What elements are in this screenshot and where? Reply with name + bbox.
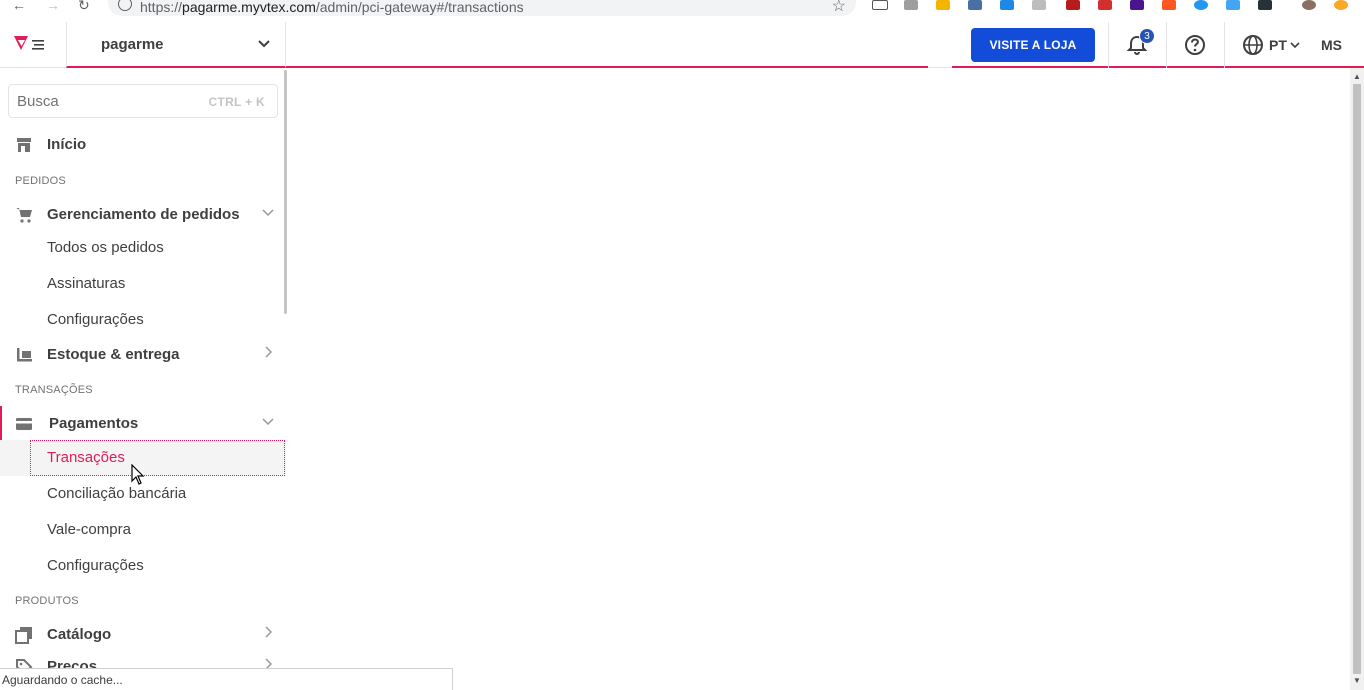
sidebar-item-label: Início	[47, 136, 87, 153]
sidebar-item-label: Assinaturas	[47, 275, 126, 292]
react-devtools-icon[interactable]	[1258, 0, 1272, 10]
extension-icon[interactable]	[1032, 0, 1046, 10]
search-shortcut-hint: CTRL + K	[208, 95, 265, 109]
back-icon[interactable]: ←	[12, 0, 26, 12]
divider	[1108, 22, 1109, 68]
site-info-icon[interactable]	[118, 0, 132, 11]
vtex-logo-icon[interactable]	[12, 34, 46, 54]
extension-icon[interactable]	[904, 0, 918, 10]
extension-icon[interactable]	[1130, 0, 1144, 10]
chevron-down-icon	[262, 209, 274, 217]
price-tag-icon	[16, 659, 33, 668]
url-text: https://pagarme.myvtex.com/admin/pci-gat…	[140, 0, 524, 15]
reload-icon[interactable]: ↻	[78, 0, 90, 12]
scroll-down-icon[interactable]: ▼	[1353, 676, 1361, 685]
account-switcher[interactable]: pagarme	[66, 22, 286, 68]
mouse-cursor-icon	[131, 464, 145, 485]
status-bar: Aguardando o cache...	[0, 668, 453, 690]
focus-outline	[30, 440, 285, 476]
sidebar-subitem-subscriptions[interactable]: Assinaturas	[0, 266, 286, 302]
profile-avatar[interactable]	[1302, 0, 1316, 10]
main-content	[287, 68, 1350, 688]
section-heading-transactions: TRANSAÇÕES	[15, 384, 93, 396]
sidebar-item-prices[interactable]: Preços	[0, 649, 286, 668]
chevron-right-icon	[265, 626, 273, 638]
extension-icon[interactable]	[936, 0, 950, 10]
update-alert-icon[interactable]	[1334, 0, 1348, 10]
chevron-down-icon	[258, 40, 270, 48]
scroll-up-icon[interactable]: ▲	[1353, 72, 1361, 81]
scrollbar-thumb[interactable]	[1353, 84, 1361, 674]
forward-icon[interactable]: →	[46, 0, 60, 12]
sidebar-item-label: Configurações	[47, 557, 144, 574]
chevron-down-icon	[1290, 42, 1300, 49]
sidebar-item-label: Preços	[47, 658, 98, 668]
extension-icon[interactable]	[1226, 0, 1240, 10]
sidebar-item-inventory-shipping[interactable]: Estoque & entrega	[0, 337, 286, 373]
user-avatar[interactable]: MS	[1321, 37, 1342, 53]
search-input[interactable]: Busca CTRL + K	[8, 84, 278, 118]
sidebar-item-label: Todos os pedidos	[47, 239, 164, 256]
sidebar-subitem-all-orders[interactable]: Todos os pedidos	[0, 230, 286, 266]
section-heading-products: PRODUTOS	[15, 595, 79, 607]
search-placeholder: Busca	[17, 93, 59, 110]
language-selector[interactable]: PT	[1269, 37, 1287, 53]
chevron-down-icon	[262, 418, 274, 426]
credit-card-icon	[16, 418, 32, 430]
sidebar-subitem-payment-settings[interactable]: Configurações	[0, 548, 286, 584]
extension-icon[interactable]	[1066, 0, 1080, 10]
sidebar-item-label: Estoque & entrega	[47, 346, 180, 363]
sidebar-item-catalog[interactable]: Catálogo	[0, 617, 286, 653]
chevron-right-icon	[265, 658, 273, 668]
sidebar-subitem-order-settings[interactable]: Configurações	[0, 302, 286, 338]
notification-badge: 3	[1139, 28, 1155, 44]
chevron-right-icon	[265, 346, 273, 358]
sidebar-item-label: Configurações	[47, 311, 144, 328]
extension-icon[interactable]	[1000, 0, 1014, 10]
sidebar-item-label: Catálogo	[47, 626, 112, 643]
browser-toolbar: ← → ↻ https://pagarme.myvtex.com/admin/p…	[0, 0, 1364, 22]
extension-json-icon[interactable]	[872, 0, 888, 10]
sidebar-item-label: Pagamentos	[49, 415, 139, 432]
globe-icon[interactable]	[1242, 34, 1264, 56]
extension-icon[interactable]	[1162, 0, 1176, 10]
page-scrollbar[interactable]: ▲ ▼	[1350, 68, 1364, 690]
app-header: pagarme VISITE A LOJA 3 PT MS	[0, 22, 1364, 68]
sidebar-item-label: Conciliação bancária	[47, 485, 187, 502]
divider	[1224, 22, 1225, 68]
visit-store-button[interactable]: VISITE A LOJA	[971, 28, 1095, 62]
adblock-icon[interactable]	[1098, 0, 1112, 10]
sidebar-subitem-gift-card[interactable]: Vale-compra	[0, 512, 286, 548]
sidebar-item-label: Gerenciamento de pedidos	[47, 206, 240, 223]
section-heading-orders: PEDIDOS	[15, 175, 66, 187]
extension-icon[interactable]	[968, 0, 982, 10]
address-bar[interactable]: https://pagarme.myvtex.com/admin/pci-gat…	[108, 0, 856, 16]
sidebar: Busca CTRL + K Início PEDIDOS Gerenciame…	[0, 68, 286, 668]
help-icon[interactable]	[1184, 34, 1206, 56]
bookmark-star-icon[interactable]: ☆	[832, 0, 846, 16]
sidebar-item-home[interactable]: Início	[0, 127, 286, 163]
divider	[1166, 22, 1167, 68]
account-name: pagarme	[101, 36, 164, 53]
sidebar-item-label: Vale-compra	[47, 521, 131, 538]
store-icon	[17, 138, 31, 152]
sidebar-item-payments[interactable]: Pagamentos	[0, 406, 286, 442]
forklift-icon	[17, 348, 32, 362]
sidebar-item-order-management[interactable]: Gerenciamento de pedidos	[0, 197, 286, 233]
cart-icon	[16, 208, 32, 223]
catalog-icon	[15, 627, 32, 644]
extension-icon[interactable]	[1194, 0, 1208, 10]
